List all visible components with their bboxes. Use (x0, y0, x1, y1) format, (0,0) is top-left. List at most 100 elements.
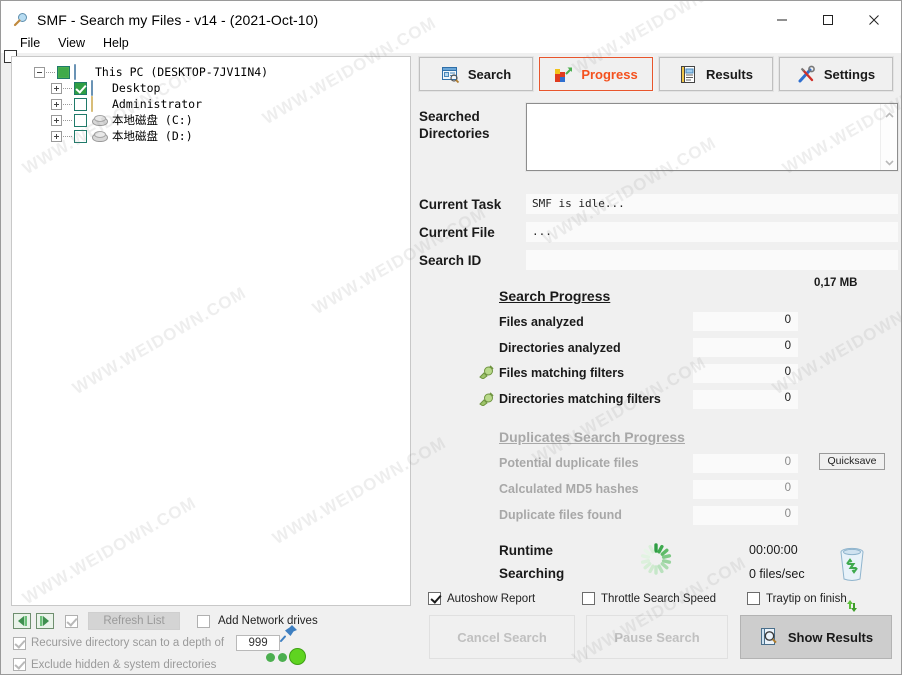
tree-node-desktop[interactable]: Desktop (51, 80, 410, 96)
tree-node-this-pc[interactable]: This PC (DESKTOP-7JV1IN4) (34, 64, 410, 80)
potential-duplicate-files-label: Potential duplicate files (499, 456, 639, 470)
runtime-label: Runtime (499, 543, 553, 558)
expand-icon[interactable] (51, 82, 62, 94)
expand-right-icon[interactable] (36, 613, 54, 629)
search-id-label: Search ID (419, 253, 482, 268)
tree-checkbox[interactable] (57, 65, 70, 79)
tree-node-label: This PC (DESKTOP-7JV1IN4) (95, 65, 269, 79)
pause-search-button[interactable]: Pause Search (586, 615, 728, 659)
application-window: SMF - Search my Files - v14 - (2021-Oct-… (0, 0, 902, 675)
status-dot-3[interactable] (289, 648, 306, 665)
loading-spinner-icon (638, 541, 674, 582)
tree-node-label: 本地磁盘 (C:) (112, 113, 193, 127)
maximize-button[interactable] (805, 5, 851, 35)
plug-icon[interactable] (478, 365, 494, 380)
files-analyzed-label: Files analyzed (499, 315, 584, 329)
quicksave-button[interactable]: Quicksave (819, 453, 885, 470)
vertical-scrollbar[interactable] (880, 104, 897, 170)
traytip-on-finish-checkbox[interactable] (747, 592, 760, 605)
window-controls (759, 5, 897, 35)
exclude-hidden-checkbox[interactable] (13, 658, 26, 671)
tab-progress[interactable]: Progress (538, 56, 654, 92)
throttle-search-speed-checkbox[interactable] (582, 592, 595, 605)
current-task-value: SMF is idle... (526, 194, 898, 214)
close-button[interactable] (851, 5, 897, 35)
cancel-search-button[interactable]: Cancel Search (429, 615, 575, 659)
throttle-search-speed-checkbox-row[interactable]: Throttle Search Speed (582, 592, 716, 605)
pause-search-label: Pause Search (614, 629, 700, 645)
tree-options-bar: Refresh List Add Network drives Recursiv… (11, 608, 411, 671)
tab-settings[interactable]: Settings (778, 56, 894, 92)
search-progress-title: Search Progress (499, 288, 611, 304)
autoshow-report-label: Autoshow Report (447, 592, 536, 605)
tree-checkbox[interactable] (74, 97, 87, 111)
search-id-value (526, 250, 898, 270)
tree-connector (46, 71, 55, 73)
menu-help[interactable]: Help (94, 34, 138, 52)
tab-label: Progress (581, 66, 638, 82)
collapse-left-icon[interactable] (13, 613, 31, 629)
directories-analyzed-value: 0 (693, 338, 798, 357)
menu-view[interactable]: View (49, 34, 94, 52)
tree-node-administrator[interactable]: Administrator (51, 96, 410, 112)
runtime-value: 00:00:00 (749, 543, 798, 557)
tab-bar: Search Progress Results Settings (418, 56, 894, 92)
tree-checkbox[interactable] (74, 113, 87, 127)
tree-node-label: Administrator (112, 97, 203, 111)
throttle-search-speed-label: Throttle Search Speed (601, 592, 717, 605)
tree-connector (63, 103, 72, 105)
tab-label: Search (467, 66, 512, 82)
tree-connector (63, 87, 72, 89)
tab-search[interactable]: Search (418, 56, 534, 92)
show-results-button[interactable]: Show Results (740, 615, 892, 659)
potential-duplicate-files-value: 0 (693, 454, 798, 473)
traytip-on-finish-checkbox-row[interactable]: Traytip on finish (747, 592, 847, 605)
tree-node-drive-c[interactable]: 本地磁盘 (C:) (51, 112, 410, 128)
searched-directories-textarea[interactable] (525, 102, 899, 172)
magnifier-icon (13, 12, 29, 28)
tree-connector (63, 119, 72, 121)
expand-icon[interactable] (51, 130, 62, 142)
refresh-list-button[interactable]: Refresh List (88, 612, 180, 630)
progress-chart-icon (554, 65, 573, 84)
searched-directories-value (527, 104, 897, 112)
tree-checkbox[interactable] (74, 81, 87, 95)
expand-icon[interactable] (51, 114, 62, 126)
collapse-icon[interactable] (34, 66, 45, 78)
plug-icon[interactable] (478, 392, 494, 407)
disk-icon (91, 130, 108, 142)
recycle-bin-icon[interactable] (836, 546, 868, 587)
expand-icon[interactable] (51, 98, 62, 110)
pushpin-icon[interactable] (279, 623, 299, 648)
depth-input[interactable]: 999 (236, 635, 281, 651)
tab-results[interactable]: Results (658, 56, 774, 92)
folder-icon (91, 96, 107, 112)
tools-icon (797, 65, 816, 84)
directories-matching-filters-value: 0 (693, 390, 798, 409)
notebook-icon (679, 65, 698, 84)
scroll-down-icon[interactable] (884, 155, 895, 166)
disk-icon (91, 114, 108, 126)
minimize-button[interactable] (759, 5, 805, 35)
current-file-value: ... (526, 222, 898, 242)
tree-node-drive-d[interactable]: 本地磁盘 (D:) (51, 128, 410, 144)
directories-analyzed-label: Directories analyzed (499, 341, 621, 355)
directory-tree-panel[interactable]: This PC (DESKTOP-7JV1IN4) Desktop Admini… (11, 56, 411, 606)
duplicate-files-found-value: 0 (693, 506, 798, 525)
tab-label: Settings (823, 66, 876, 82)
recursive-scan-checkbox[interactable] (13, 636, 26, 650)
files-matching-filters-label: Files matching filters (499, 366, 625, 380)
tree-node-label: Desktop (112, 81, 161, 95)
tree-connector (63, 135, 72, 137)
autoshow-report-checkbox[interactable] (428, 592, 441, 605)
tree-checkbox[interactable] (74, 129, 87, 143)
search-speed-value: 0 files/sec (749, 567, 805, 581)
scroll-up-icon[interactable] (884, 108, 895, 119)
refresh-list-checkbox[interactable] (65, 614, 78, 628)
memory-usage-label: 0,17 MB (814, 277, 858, 289)
current-file-label: Current File (419, 225, 495, 240)
autoshow-report-checkbox-row[interactable]: Autoshow Report (428, 592, 535, 605)
show-results-label: Show Results (787, 629, 874, 645)
window-title: SMF - Search my Files - v14 - (2021-Oct-… (37, 12, 319, 28)
add-network-drives-checkbox[interactable] (197, 614, 210, 628)
